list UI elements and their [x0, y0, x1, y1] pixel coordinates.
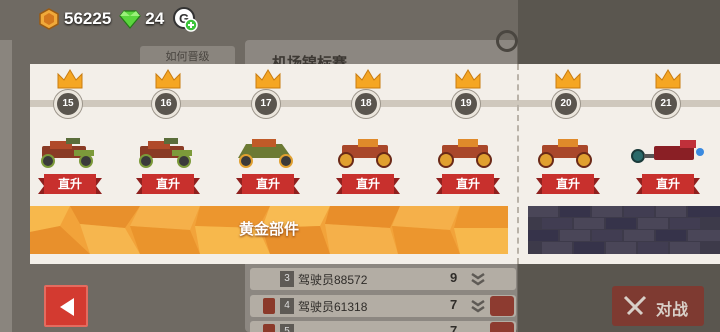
- league-reward-label: 黄金部件: [238, 221, 299, 238]
- dark-brick-pattern: [528, 206, 720, 254]
- crown-icon: [555, 69, 581, 89]
- reward-label: 直升: [342, 174, 394, 194]
- crossed-swords-icon: [623, 295, 647, 316]
- tier-number: 21: [652, 90, 680, 118]
- key-icon: [496, 30, 518, 52]
- battle-car-icon: [338, 139, 392, 168]
- player-name: 驾驶员88572: [298, 273, 368, 287]
- crown-icon: [655, 69, 681, 89]
- challenge-button[interactable]: [490, 296, 514, 316]
- player-score: 7: [450, 297, 458, 312]
- battle-car-icon: [631, 140, 704, 163]
- challenge-button[interactable]: [490, 322, 514, 332]
- reward-ribbon: 直升: [236, 174, 300, 194]
- leaderboard-row: 5 7: [250, 321, 516, 332]
- tier-number: 20: [552, 90, 580, 118]
- crown-icon: [57, 69, 83, 89]
- reward-label: 直升: [642, 174, 694, 194]
- tier-number: 17: [252, 90, 280, 118]
- medal-icon: [263, 324, 275, 332]
- leaderboard-row: 3 驾驶员88572 9: [250, 268, 516, 290]
- back-button[interactable]: [44, 285, 88, 327]
- tier-number: 18: [352, 90, 380, 118]
- reward-ribbon: 直升: [136, 174, 200, 194]
- tier-16[interactable]: 16 直升: [128, 64, 208, 194]
- player-name: 驾驶员61318: [298, 300, 368, 314]
- reward-ribbon: 直升: [636, 174, 700, 194]
- battle-car-icon: [538, 139, 592, 168]
- add-slot-icon[interactable]: G: [172, 6, 198, 32]
- next-league-band: [528, 206, 720, 254]
- crown-icon: [355, 69, 381, 89]
- tier-15[interactable]: 15 直升: [30, 64, 110, 194]
- gold-league-band: 黄金部件: [30, 206, 508, 254]
- tier-21[interactable]: 21 直升: [628, 64, 708, 194]
- tier-19[interactable]: 19 直升: [428, 64, 508, 194]
- chevron-rank-icon: [471, 299, 485, 313]
- back-arrow-icon: [60, 298, 74, 316]
- crown-icon: [255, 69, 281, 89]
- rank-badge: 4: [280, 298, 294, 314]
- rank-badge: 3: [280, 271, 294, 287]
- tier-17[interactable]: 17 直升: [228, 64, 308, 194]
- battle-car-icon: [238, 139, 293, 168]
- tier-reward-panel: 15 直升 16 直升 17 直升 18 直升 19 直升 20 直升 21 直…: [30, 64, 720, 264]
- tier-18[interactable]: 18 直升: [328, 64, 408, 194]
- battle-button[interactable]: 对战: [612, 286, 704, 326]
- rank-badge: 5: [280, 324, 294, 332]
- tier-20[interactable]: 20 直升: [528, 64, 608, 194]
- reward-label: 直升: [142, 174, 194, 194]
- chevron-rank-icon: [471, 272, 485, 286]
- leaderboard-row: 4 驾驶员61318 7: [250, 295, 516, 317]
- player-score: 9: [450, 270, 458, 285]
- medal-icon: [263, 298, 275, 314]
- tier-number: 15: [54, 90, 82, 118]
- battle-car-icon: [438, 139, 492, 168]
- reward-label: 直升: [542, 174, 594, 194]
- reward-label: 直升: [242, 174, 294, 194]
- reward-ribbon: 直升: [336, 174, 400, 194]
- battle-car-icon: [41, 138, 94, 168]
- battle-car-icon: [139, 138, 192, 168]
- tier-number: 16: [152, 90, 180, 118]
- green-gem-icon: [119, 10, 142, 29]
- tier-number: 19: [452, 90, 480, 118]
- reward-ribbon: 直升: [536, 174, 600, 194]
- reward-label: 直升: [44, 174, 96, 194]
- hexagon-coin-icon: [39, 8, 59, 30]
- player-score: 7: [450, 323, 458, 332]
- crown-icon: [155, 69, 181, 89]
- crown-icon: [455, 69, 481, 89]
- league-divider: [517, 64, 519, 264]
- background-edge-panel: [0, 40, 12, 332]
- gem-count: 24: [145, 9, 165, 28]
- reward-ribbon: 直升: [436, 174, 500, 194]
- coin-count: 56225: [64, 9, 112, 28]
- battle-label: 对战: [656, 302, 689, 319]
- resource-bar: 56225 24 G: [38, 6, 198, 32]
- reward-ribbon: 直升: [38, 174, 102, 194]
- reward-label: 直升: [442, 174, 494, 194]
